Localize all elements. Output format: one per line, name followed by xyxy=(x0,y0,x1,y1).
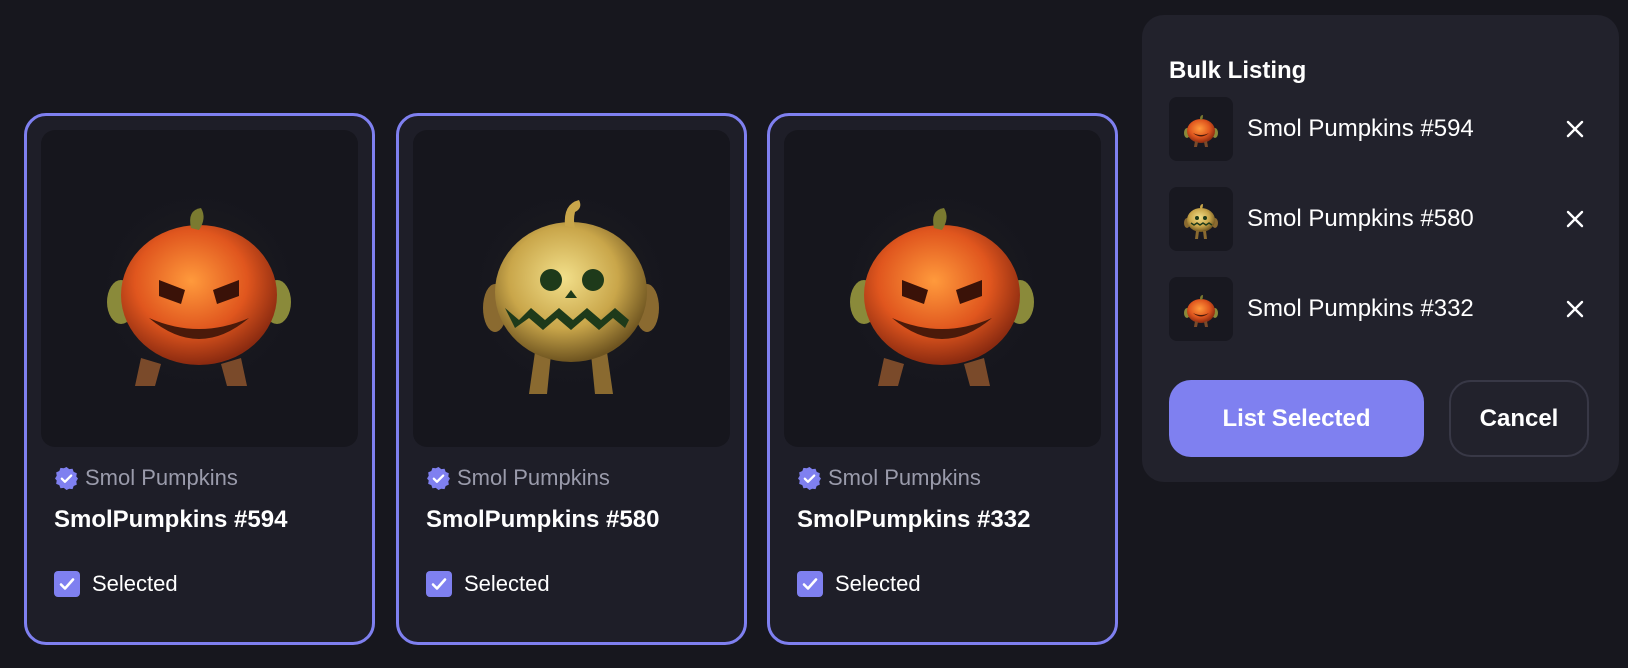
selected-label: Selected xyxy=(92,571,178,596)
nft-image[interactable] xyxy=(413,130,730,447)
collection-label: Smol Pumpkins xyxy=(828,465,981,490)
orange-pumpkin-image xyxy=(832,180,1052,400)
orange-pumpkin-image xyxy=(1184,115,1218,147)
panel-title: Bulk Listing xyxy=(1169,57,1307,84)
remove-item-button[interactable] xyxy=(1561,115,1589,143)
list-selected-button[interactable]: List Selected xyxy=(1169,380,1424,457)
item-name: Smol Pumpkins #332 xyxy=(1247,295,1474,322)
bulk-list-item: Smol Pumpkins #580 xyxy=(1169,187,1589,251)
cancel-button[interactable]: Cancel xyxy=(1449,380,1589,457)
close-icon xyxy=(1566,120,1584,138)
remove-item-button[interactable] xyxy=(1561,295,1589,323)
nft-title: SmolPumpkins #594 xyxy=(54,506,288,533)
close-icon xyxy=(1566,210,1584,228)
item-thumbnail xyxy=(1169,187,1233,251)
collection-label: Smol Pumpkins xyxy=(457,465,610,490)
collection-name[interactable]: Smol Pumpkins xyxy=(54,464,238,492)
selected-checkbox[interactable]: Selected xyxy=(426,571,550,597)
collection-label: Smol Pumpkins xyxy=(85,465,238,490)
checkbox[interactable] xyxy=(797,571,823,597)
bulk-list-item: Smol Pumpkins #594 xyxy=(1169,97,1589,161)
orange-pumpkin-image xyxy=(1184,295,1218,327)
golden-pumpkin-image xyxy=(461,180,681,400)
bulk-listing-panel: Bulk Listing Smol Pumpkins #594 Smol Pum… xyxy=(1142,15,1619,482)
remove-item-button[interactable] xyxy=(1561,205,1589,233)
nft-image[interactable] xyxy=(784,130,1101,447)
item-thumbnail xyxy=(1169,97,1233,161)
nft-title: SmolPumpkins #580 xyxy=(426,506,660,533)
selected-label: Selected xyxy=(835,571,921,596)
item-thumbnail xyxy=(1169,277,1233,341)
nft-card[interactable]: Smol Pumpkins SmolPumpkins #332 Selected xyxy=(767,113,1118,645)
item-name: Smol Pumpkins #594 xyxy=(1247,115,1474,142)
selected-label: Selected xyxy=(464,571,550,596)
checkmark-icon xyxy=(59,578,75,590)
verified-badge-icon xyxy=(427,466,450,490)
selected-checkbox[interactable]: Selected xyxy=(797,571,921,597)
checkbox[interactable] xyxy=(426,571,452,597)
nft-card[interactable]: Smol Pumpkins SmolPumpkins #580 Selected xyxy=(396,113,747,645)
verified-badge-icon xyxy=(55,466,78,490)
checkmark-icon xyxy=(431,578,447,590)
page: Smol Pumpkins SmolPumpkins #594 Selected xyxy=(0,0,1628,668)
item-name: Smol Pumpkins #580 xyxy=(1247,205,1474,232)
checkmark-icon xyxy=(802,578,818,590)
verified-badge-icon xyxy=(798,466,821,490)
close-icon xyxy=(1566,300,1584,318)
selected-checkbox[interactable]: Selected xyxy=(54,571,178,597)
golden-pumpkin-image xyxy=(1184,204,1218,239)
checkbox[interactable] xyxy=(54,571,80,597)
nft-card[interactable]: Smol Pumpkins SmolPumpkins #594 Selected xyxy=(24,113,375,645)
nft-image[interactable] xyxy=(41,130,358,447)
collection-name[interactable]: Smol Pumpkins xyxy=(797,464,981,492)
nft-title: SmolPumpkins #332 xyxy=(797,506,1031,533)
collection-name[interactable]: Smol Pumpkins xyxy=(426,464,610,492)
bulk-list-item: Smol Pumpkins #332 xyxy=(1169,277,1589,341)
orange-pumpkin-image xyxy=(89,180,309,400)
